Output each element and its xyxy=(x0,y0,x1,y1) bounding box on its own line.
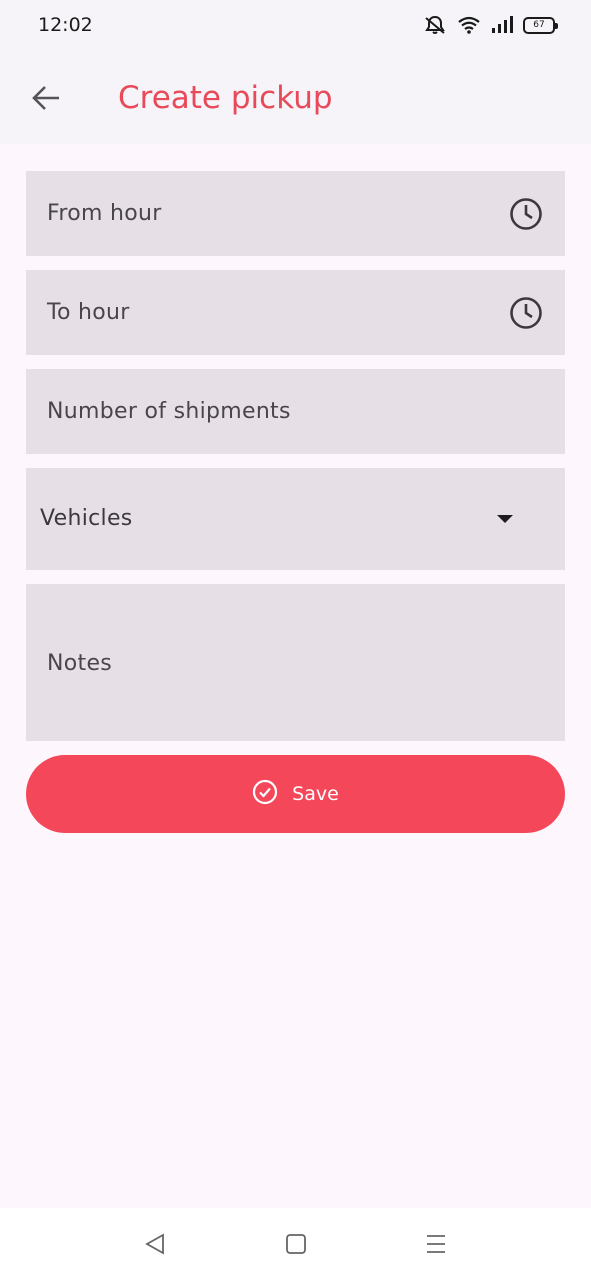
signal-icon xyxy=(491,16,513,34)
from-hour-label: From hour xyxy=(47,201,162,226)
clock-icon[interactable] xyxy=(509,296,543,330)
number-of-shipments-field[interactable]: Number of shipments xyxy=(26,369,565,454)
system-nav-bar xyxy=(0,1208,591,1280)
page-title: Create pickup xyxy=(118,80,333,116)
save-button[interactable]: Save xyxy=(26,755,565,833)
save-label: Save xyxy=(292,783,339,805)
check-circle-icon xyxy=(252,779,278,810)
notes-field[interactable]: Notes xyxy=(26,584,565,741)
status-icons: 67 xyxy=(423,15,558,35)
nav-menu-icon[interactable] xyxy=(425,1232,447,1260)
nav-home-icon[interactable] xyxy=(285,1233,307,1259)
vehicles-dropdown[interactable]: Vehicles xyxy=(26,468,565,570)
app-bar: Create pickup xyxy=(0,52,591,144)
nav-back-icon[interactable] xyxy=(144,1232,166,1260)
to-hour-label: To hour xyxy=(47,300,130,325)
status-bar: 12:02 67 xyxy=(0,0,591,52)
vehicles-label: Vehicles xyxy=(40,506,133,531)
battery-icon: 67 xyxy=(523,16,558,34)
back-button[interactable] xyxy=(28,82,64,118)
number-of-shipments-label: Number of shipments xyxy=(47,399,291,424)
arrow-left-icon xyxy=(31,85,61,115)
from-hour-field[interactable]: From hour xyxy=(26,171,565,256)
clock-icon[interactable] xyxy=(509,197,543,231)
mute-bell-icon xyxy=(423,15,447,35)
wifi-icon xyxy=(457,15,481,35)
to-hour-field[interactable]: To hour xyxy=(26,270,565,355)
status-time: 12:02 xyxy=(38,14,93,36)
notes-label: Notes xyxy=(47,651,113,676)
dropdown-arrow-icon xyxy=(497,515,513,523)
